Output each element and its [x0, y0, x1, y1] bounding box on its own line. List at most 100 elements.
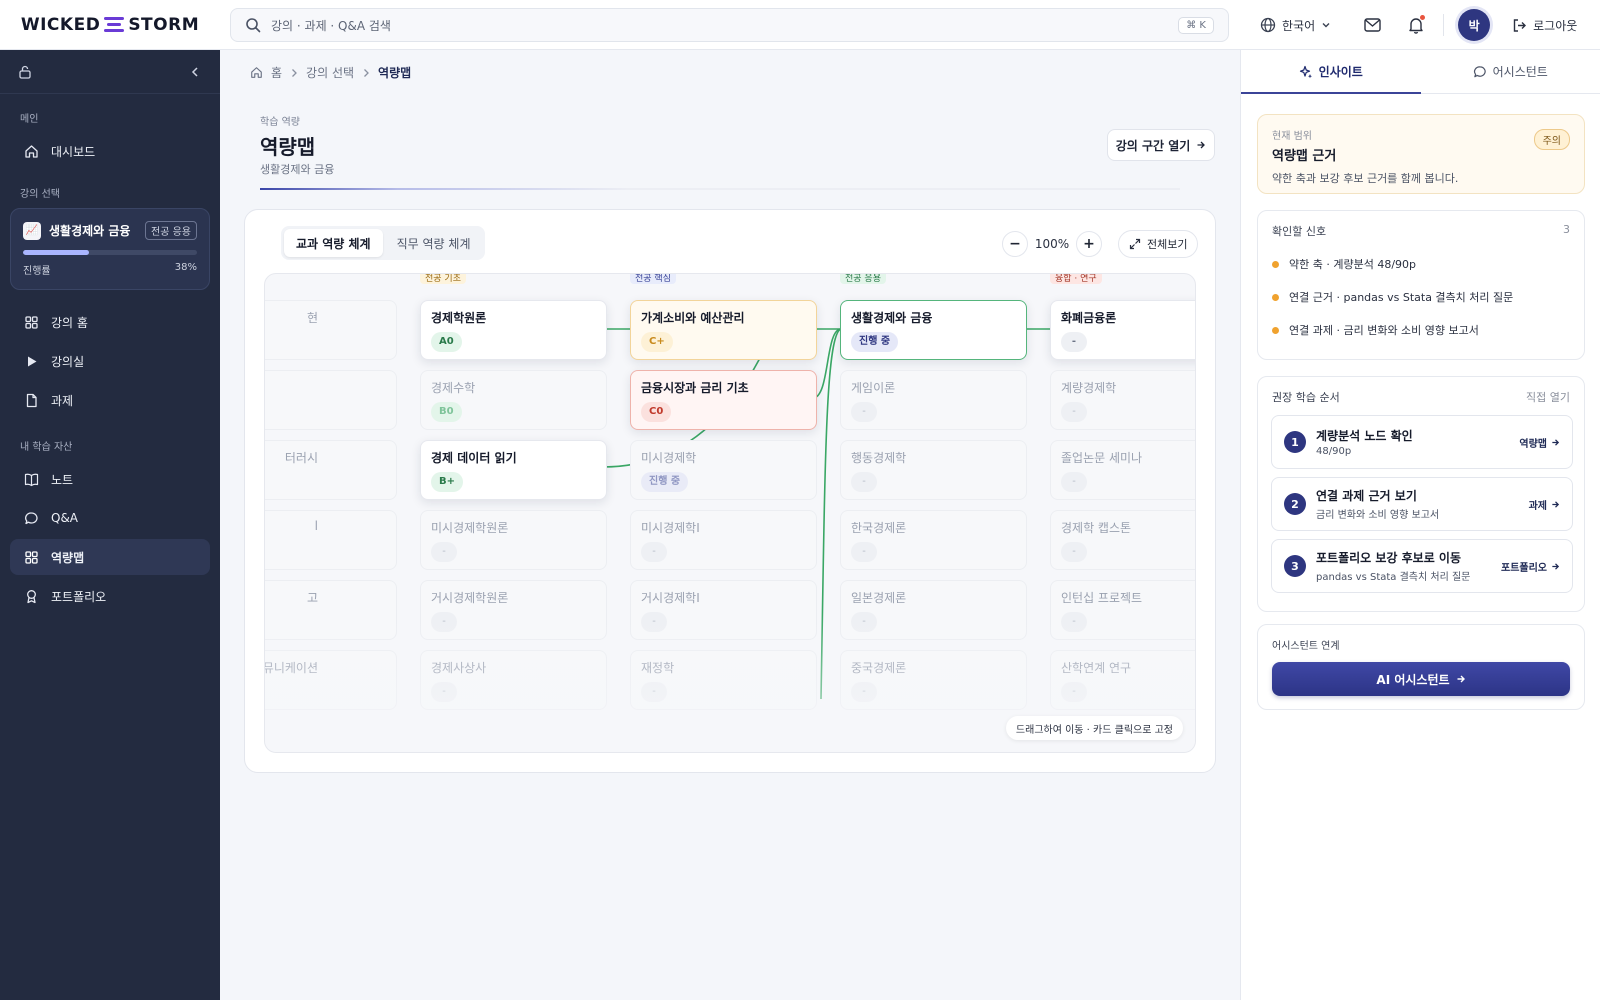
competency-node[interactable]: 거시경제학I - [630, 580, 817, 640]
competency-node[interactable]: 한국경제론 - [840, 510, 1027, 570]
competency-node[interactable]: 가계소비와 예산관리 C+ [630, 300, 817, 360]
competency-node[interactable]: 재정학 - [630, 650, 817, 710]
node-title: 경제학원론 [431, 311, 487, 325]
zoom-out-button[interactable]: − [1002, 231, 1028, 257]
competency-node[interactable]: 경제사상사 - [420, 650, 607, 710]
notification-button[interactable] [1401, 10, 1431, 40]
chat-bubble-icon [25, 511, 38, 524]
ai-assistant-button[interactable]: AI 어시스턴트 [1272, 662, 1570, 696]
document-icon [26, 393, 37, 407]
competency-node[interactable]: 경제학 캡스톤 - [1050, 510, 1195, 570]
competency-node[interactable]: 미시경제학I - [630, 510, 817, 570]
sparkle-icon [1299, 65, 1312, 78]
learning-step[interactable]: 2 연결 과제 근거 보기 금리 변화와 소비 영향 보고서 과제 [1271, 477, 1573, 531]
competency-node[interactable]: 경제 데이터 읽기 B+ [420, 440, 607, 500]
node-title: 일본경제론 [851, 591, 907, 605]
sidebar-item-notes[interactable]: 노트 [10, 461, 210, 497]
competency-node[interactable]: 거시경제학원론 - [420, 580, 607, 640]
mail-button[interactable] [1357, 10, 1387, 40]
grade-badge: C+ [641, 332, 673, 352]
step-link[interactable]: 과제 [1529, 497, 1560, 512]
competency-node[interactable]: 경제수학 B0 [420, 370, 607, 430]
competency-node[interactable]: 게임이론 - [840, 370, 1027, 430]
open-section-button[interactable]: 강의 구간 열기 [1107, 129, 1215, 161]
learning-step[interactable]: 1 계량분석 노드 확인 48/90p 역량맵 [1271, 415, 1573, 469]
fullscreen-button[interactable]: 전체보기 [1118, 230, 1199, 258]
competency-node[interactable]: 뮤니케이션 [265, 650, 397, 710]
breadcrumb-home[interactable]: 홈 [271, 64, 282, 81]
competency-node[interactable]: 일본경제론 - [840, 580, 1027, 640]
course-selector-card[interactable]: 📈 생활경제와 금융 전공 응용 진행률 38% [10, 208, 210, 290]
breadcrumb-course[interactable]: 강의 선택 [306, 64, 354, 81]
competency-node[interactable]: 인턴십 프로젝트 - [1050, 580, 1195, 640]
competency-node[interactable]: 산학연계 연구 - [1050, 650, 1195, 710]
competency-node[interactable]: 계량경제학 - [1050, 370, 1195, 430]
brand-logo[interactable]: WICKED STORM [0, 0, 220, 50]
competency-node[interactable]: l [265, 510, 397, 570]
node-title: 중국경제론 [851, 661, 907, 675]
signal-item[interactable]: 연결 근거 · pandas vs Stata 결측치 처리 질문 [1272, 289, 1570, 305]
grade-badge: 진행 중 [851, 332, 899, 352]
signal-item[interactable]: 연결 과제 · 금리 변화와 소비 영향 보고서 [1272, 322, 1570, 338]
sidebar-item-classroom[interactable]: 강의실 [10, 343, 210, 379]
sidebar-item-dashboard[interactable]: 대시보드 [10, 133, 210, 169]
unlock-icon[interactable] [18, 65, 32, 79]
competency-node[interactable] [265, 370, 397, 430]
avatar[interactable]: 박 [1458, 9, 1491, 41]
competency-node[interactable]: 화폐금융론 - [1050, 300, 1195, 360]
open-directly-link[interactable]: 직접 열기 [1526, 389, 1570, 405]
link-line [812, 328, 842, 399]
panel-tabs: 인사이트 어시스턴트 [1241, 50, 1600, 94]
sidebar-section-main: 메인 [20, 114, 39, 125]
competency-node[interactable]: 터러시 [265, 440, 397, 500]
language-selector[interactable]: 한국어 [1260, 17, 1331, 34]
sidebar-item-portfolio[interactable]: 포트폴리오 [10, 578, 210, 614]
competency-node[interactable]: 고 [265, 580, 397, 640]
progress-label: 진행률 [23, 266, 51, 277]
tab-insight[interactable]: 인사이트 [1241, 50, 1421, 93]
home-icon[interactable] [250, 66, 263, 79]
learning-step[interactable]: 3 포트폴리오 보강 후보로 이동 pandas vs Stata 결측치 처리 … [1271, 539, 1573, 593]
node-title: 생활경제와 금융 [851, 311, 933, 325]
competency-node[interactable]: 중국경제론 - [840, 650, 1027, 710]
tab-assistant[interactable]: 어시스턴트 [1421, 50, 1600, 93]
grade-badge: - [851, 612, 877, 632]
search-bar[interactable]: 강의 · 과제 · Q&A 검색 ⌘ K [230, 8, 1229, 42]
competency-node[interactable]: 미시경제학원론 - [420, 510, 607, 570]
node-title: 경제수학 [431, 381, 476, 395]
search-input[interactable]: 강의 · 과제 · Q&A 검색 [271, 17, 1178, 34]
course-name: 생활경제와 금융 [49, 224, 131, 238]
sidebar-section-assets: 내 학습 자산 [20, 442, 73, 453]
collapse-sidebar-icon[interactable] [190, 66, 200, 78]
node-title: 거시경제학원론 [431, 591, 509, 605]
step-link[interactable]: 포트폴리오 [1501, 559, 1560, 574]
sidebar-item-assignment[interactable]: 과제 [10, 382, 210, 418]
course-progress-fill [23, 250, 90, 255]
step-link[interactable]: 역량맵 [1519, 435, 1560, 450]
signal-item[interactable]: 약한 축 · 계량분석 48/90p [1272, 256, 1570, 272]
competency-node[interactable]: 미시경제학 진행 중 [630, 440, 817, 500]
brand-mark-icon [104, 16, 125, 34]
framework-tabs: 교과 역량 체계 직무 역량 체계 [281, 226, 486, 260]
logout-button[interactable]: 로그아웃 [1512, 17, 1577, 34]
competency-node[interactable]: 현 [265, 300, 397, 360]
competency-node[interactable]: 경제학원론 A0 [420, 300, 607, 360]
grid-icon [25, 550, 38, 564]
competency-node[interactable]: 졸업논문 세미나 - [1050, 440, 1195, 500]
sidebar-item-qa[interactable]: Q&A [10, 500, 210, 536]
assistant-link-card: 어시스턴트 연계 AI 어시스턴트 [1257, 624, 1585, 710]
competency-map-canvas[interactable]: 현터러시 l 고뮤니케이션 경제학원론 A0 경제수학 B0 경제 데이터 읽기 B+ 미시경제학… [264, 273, 1196, 753]
competency-node[interactable]: 행동경제학 - [840, 440, 1027, 500]
arrow-right-icon [1552, 438, 1560, 446]
logout-icon [1513, 18, 1527, 32]
zoom-in-button[interactable]: + [1076, 231, 1102, 257]
tab-job-competency[interactable]: 직무 역량 체계 [385, 229, 483, 257]
node-title: 게임이론 [851, 381, 896, 395]
node-title: 산학연계 연구 [1061, 661, 1132, 675]
competency-node[interactable]: 금융시장과 금리 기초 C0 [630, 370, 817, 430]
tab-subject-competency[interactable]: 교과 역량 체계 [284, 229, 383, 257]
sidebar-item-competency-map[interactable]: 역량맵 [10, 539, 210, 575]
competency-node[interactable]: 생활경제와 금융진행 중 [840, 300, 1027, 360]
sidebar-item-course-home[interactable]: 강의 홈 [10, 304, 210, 340]
node-title: 인턴십 프로젝트 [1061, 591, 1143, 605]
